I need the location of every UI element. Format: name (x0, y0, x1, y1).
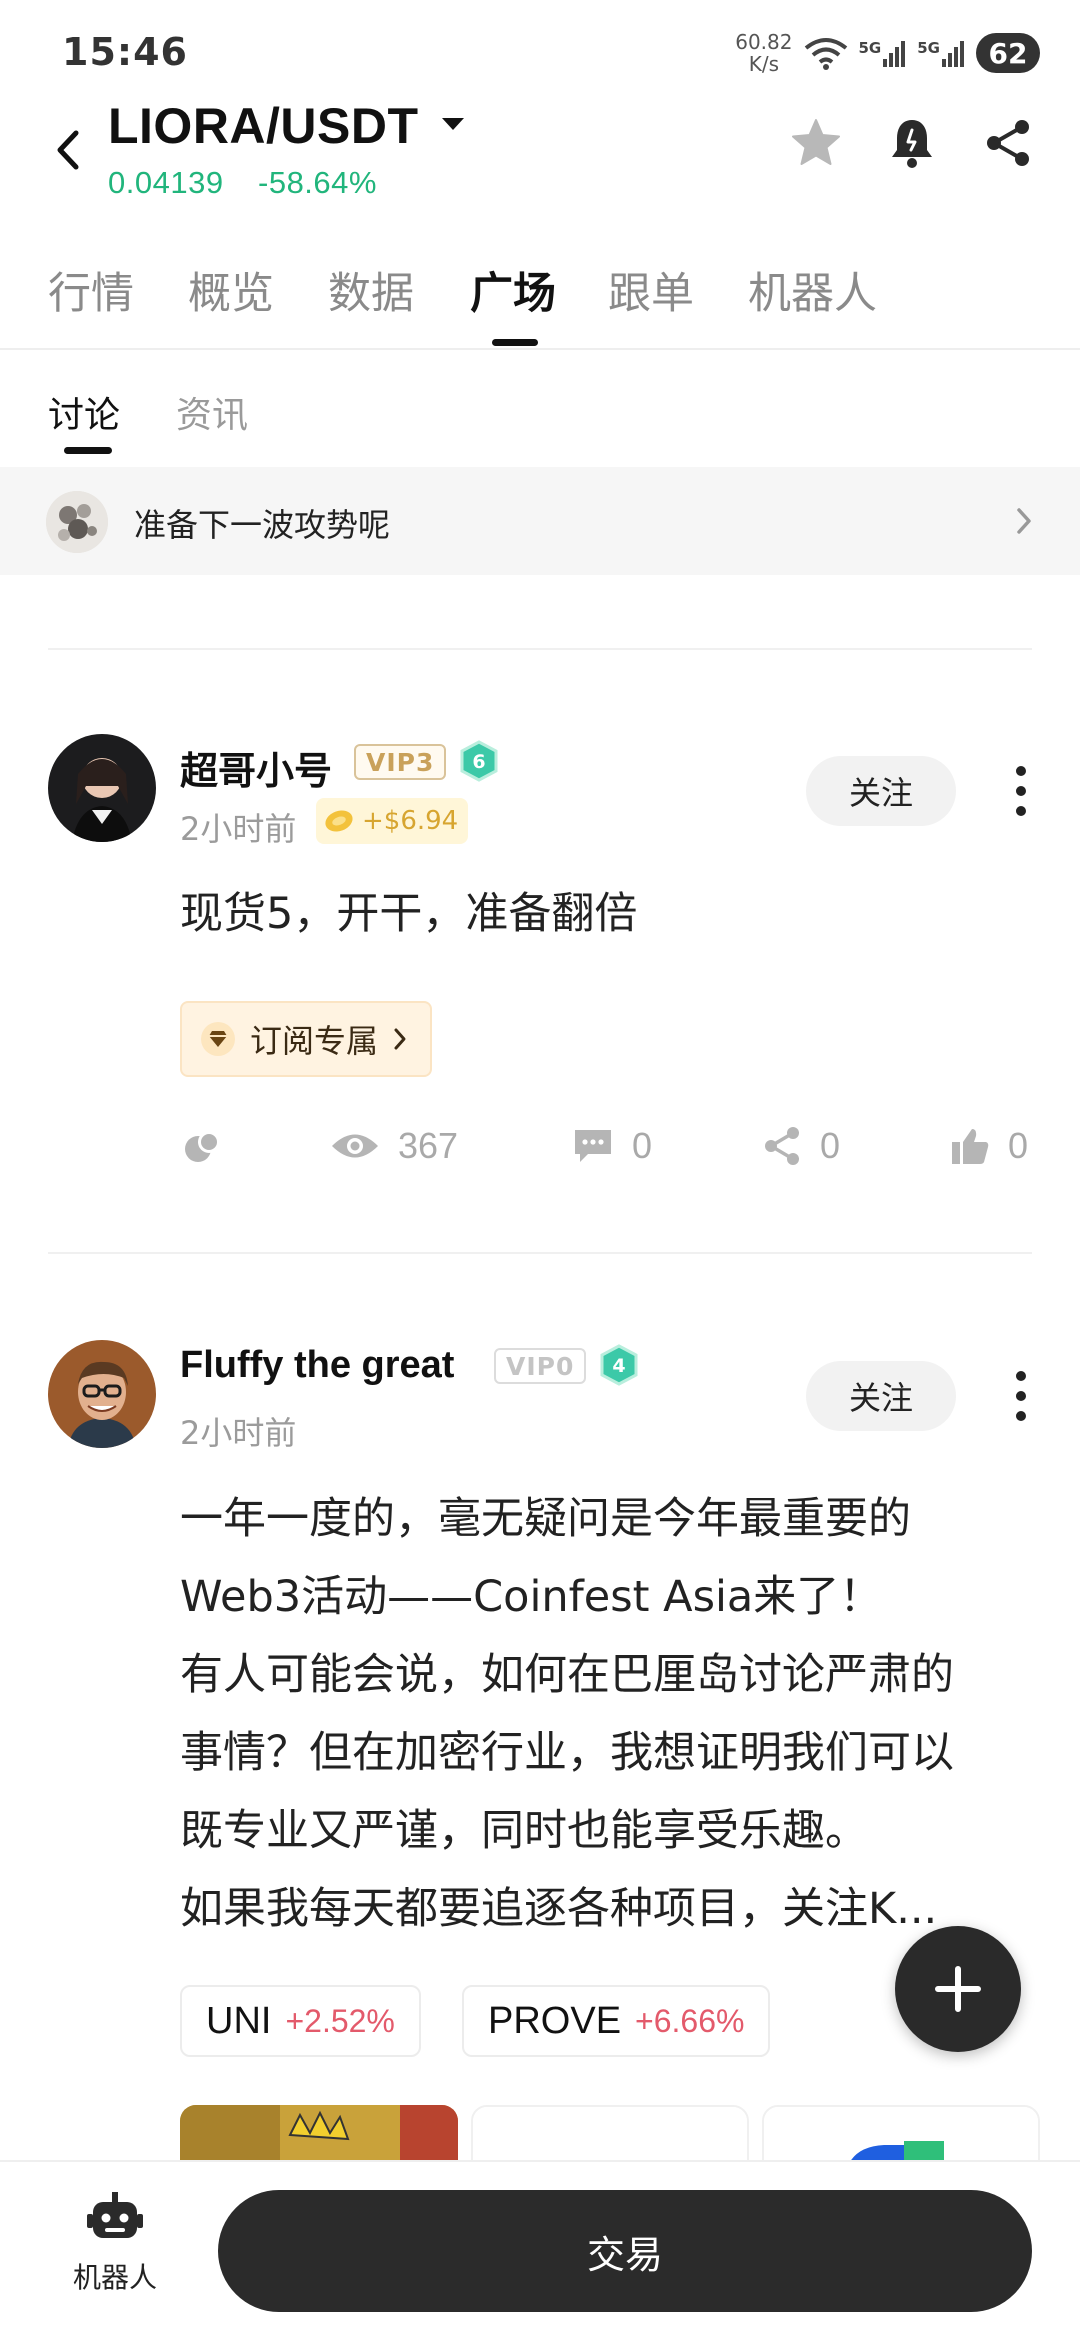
divider (48, 1252, 1032, 1254)
bottom-bar: 机器人 交易 (0, 2160, 1080, 2340)
like-button[interactable]: 0 (950, 1125, 1028, 1167)
share-button[interactable]: 0 (762, 1125, 840, 1167)
chevron-right-icon (394, 1028, 406, 1050)
post-text[interactable]: 一年一度的，毫无疑问是今年最重要的 Web3活动——Coinfest Asia来… (180, 1480, 1040, 1948)
username[interactable]: Fluffy the great (180, 1344, 454, 1387)
avatar[interactable] (48, 1340, 156, 1448)
thumbs-up-icon (952, 1129, 989, 1164)
trade-button[interactable]: 交易 (218, 2190, 1032, 2312)
comment-button[interactable]: 0 (572, 1125, 652, 1167)
pair-header: LIORA/USDT 0.04139 -58.64% (0, 95, 1080, 215)
robot-nav-label: 机器人 (72, 2261, 157, 2294)
repost-button[interactable] (182, 1125, 224, 1167)
active-tab-indicator (492, 339, 538, 346)
pinned-post-banner[interactable]: 准备下一波攻势呢 (0, 467, 1080, 575)
views-count: 367 (330, 1125, 458, 1167)
tab-overview[interactable]: 概览 (188, 259, 274, 321)
diamond-icon (201, 1022, 235, 1056)
post-time: 2小时前 (180, 1414, 297, 1452)
signal-2-icon: 5G (917, 39, 966, 67)
chevron-right-icon (1014, 505, 1034, 541)
bell-icon[interactable] (884, 115, 940, 171)
tab-market[interactable]: 行情 (48, 259, 134, 321)
network-speed: 60.82 K/s (735, 30, 793, 76)
robot-icon (87, 2192, 143, 2238)
vip-badge: VIP3 (354, 744, 447, 780)
level-badge: 4 (600, 1344, 638, 1386)
post-stats: 367 0 0 0 (0, 1125, 1080, 1185)
comment-icon (575, 1130, 611, 1162)
share-icon (765, 1127, 799, 1165)
status-bar: 15:46 60.82 K/s 5G 5G 62 (0, 0, 1080, 100)
tab-discussion[interactable]: 讨论 (48, 386, 120, 438)
wifi-icon (804, 38, 847, 70)
avatar (46, 491, 108, 553)
tab-copy-trading[interactable]: 跟单 (608, 259, 694, 321)
star-icon[interactable] (788, 115, 844, 171)
eye-icon (332, 1134, 378, 1158)
post-images (180, 2105, 1040, 2165)
status-icons: 60.82 K/s 5G 5G 62 (735, 28, 1040, 78)
avatar[interactable] (48, 734, 156, 842)
signal-1-icon: 5G (859, 39, 908, 67)
coin-tag-uni[interactable]: UNI +2.52% (180, 1985, 421, 2057)
follow-button[interactable]: 关注 (806, 1361, 956, 1431)
back-icon[interactable] (48, 125, 88, 175)
level-badge: 6 (460, 740, 498, 782)
coin-tag-prove[interactable]: PROVE +6.66% (462, 1985, 771, 2057)
share-icon[interactable] (980, 115, 1036, 171)
pinned-post-text: 准备下一波攻势呢 (134, 506, 391, 544)
active-subtab-indicator (64, 447, 112, 454)
create-post-button[interactable] (895, 1926, 1021, 2052)
pair-price: 0.04139 (108, 165, 224, 200)
pair-change: -58.64% (258, 165, 377, 200)
battery-icon: 62 (976, 33, 1040, 73)
follow-button[interactable]: 关注 (806, 756, 956, 826)
post-time: 2小时前 (180, 810, 297, 848)
svg-text:4: 4 (612, 1355, 625, 1377)
username[interactable]: 超哥小号 (180, 740, 332, 795)
more-options-icon[interactable] (1014, 1371, 1028, 1421)
caret-down-icon[interactable] (440, 115, 466, 137)
repost-icon (185, 1131, 220, 1162)
subscription-tag[interactable]: 订阅专属 (180, 1001, 433, 1077)
divider (48, 648, 1032, 650)
tip-reward: +$6.94 (316, 798, 469, 844)
coin-icon (325, 810, 353, 832)
pair-title[interactable]: LIORA/USDT (108, 97, 419, 155)
main-tabs: 行情 概览 数据 广场 跟单 机器人 (0, 245, 1080, 350)
tab-data[interactable]: 数据 (328, 259, 414, 321)
tab-news[interactable]: 资讯 (176, 386, 248, 438)
post-text: 现货5，开干，准备翻倍 (180, 889, 638, 939)
post-image[interactable] (762, 2105, 1040, 2165)
status-time: 15:46 (62, 30, 188, 74)
robot-nav-button[interactable]: 机器人 (40, 2192, 190, 2322)
post-image[interactable] (471, 2105, 749, 2165)
vip-badge: VIP0 (494, 1348, 587, 1384)
svg-text:6: 6 (472, 751, 485, 773)
tab-robot[interactable]: 机器人 (748, 259, 877, 321)
plus-icon (935, 1966, 981, 2012)
sub-tabs: 讨论 资讯 (0, 350, 1080, 465)
more-options-icon[interactable] (1014, 766, 1028, 816)
post-image[interactable] (180, 2105, 458, 2165)
tab-square[interactable]: 广场 (470, 259, 556, 321)
